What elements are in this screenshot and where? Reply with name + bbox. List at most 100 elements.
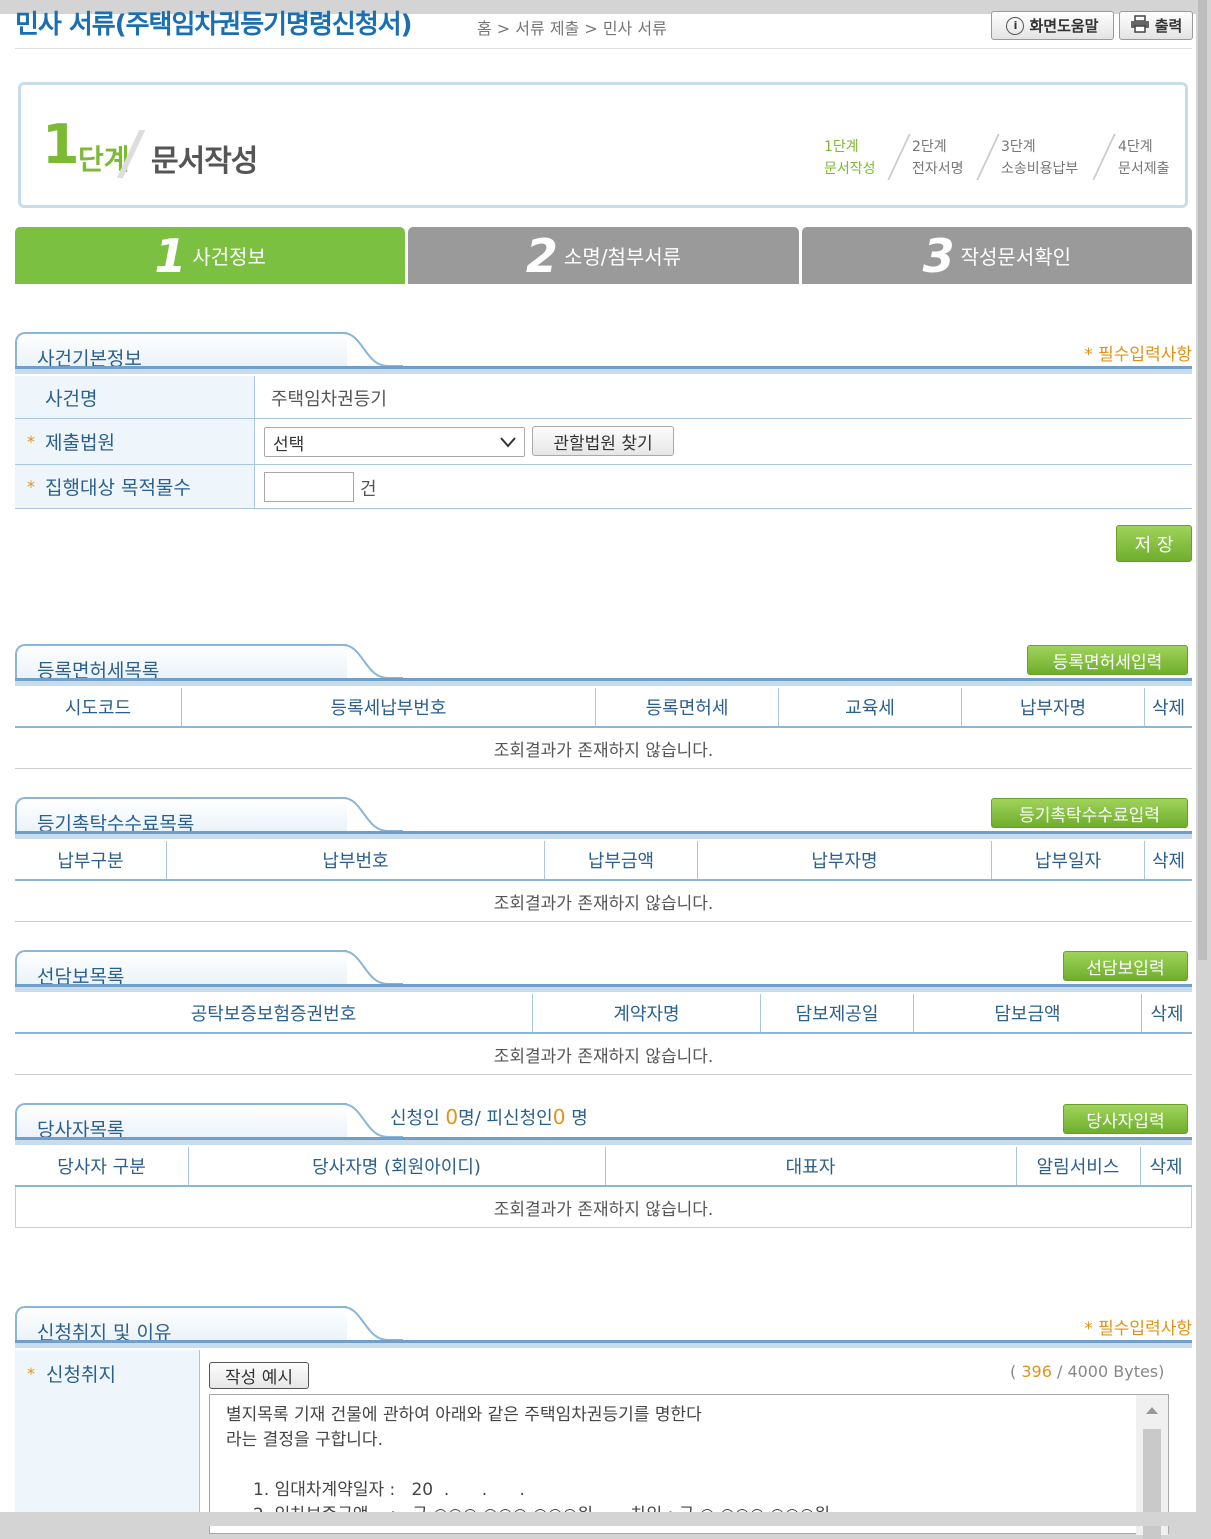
page: 민사 서류(주택임차권등기명령신청서) 홈 > 서류 제출 > 민사 서류 i … (0, 0, 1196, 1539)
tab-document-review[interactable]: 3 작성문서확인 (801, 227, 1192, 284)
save-button[interactable]: 저 장 (1116, 525, 1192, 562)
add-party-button[interactable]: 당사자입력 (1063, 1104, 1188, 1134)
section-purpose: 신청취지 및 이유 * 필수입력사항 (15, 1306, 1192, 1350)
vertical-scroll-thumb[interactable] (1198, 0, 1207, 960)
tab-document-review-label: 작성문서확인 (960, 245, 1072, 269)
section-underline (15, 678, 1192, 686)
chevron-down-icon (500, 437, 516, 448)
section-underline (15, 831, 1192, 839)
required-star: * (27, 1364, 35, 1383)
section-basic-info: 사건기본정보 * 필수입력사항 (15, 332, 1192, 376)
stage-3: 3단계 소송비용납부 (1001, 136, 1078, 180)
section-collateral: 선담보목록 (15, 950, 1192, 994)
tab-document-review-num: 3 (922, 228, 955, 283)
case-name-row: 사건명 주택임차권등기 (15, 376, 1192, 419)
stage-4: 4단계 문서제출 (1118, 136, 1170, 180)
empty-message: 조회결과가 존재하지 않습니다. (15, 880, 1192, 922)
purpose-label-cell: * 신청취지 (15, 1350, 200, 1526)
respondent-count: 0 (552, 1105, 566, 1129)
required-note: * 필수입력사항 (1084, 345, 1192, 365)
stage-4-name: 문서제출 (1118, 161, 1170, 177)
stage-3-num: 3단계 (1001, 139, 1036, 155)
add-registration-tax-button[interactable]: 등록면허세입력 (1027, 645, 1188, 675)
info-icon: i (1006, 16, 1025, 35)
collateral-table: 공탁보증보험증권번호 계약자명 담보제공일 담보금액 삭제 조회결과가 존재하지… (15, 994, 1192, 1075)
column-header: 당사자명 (회원아이디) (187, 1147, 605, 1187)
byte-counter: ( 396 / 4000 Bytes) (1010, 1362, 1164, 1381)
add-commission-fee-button[interactable]: 등기촉탁수수료입력 (991, 798, 1188, 828)
column-header: 담보제공일 (760, 994, 914, 1034)
section-underline (15, 366, 1192, 374)
stage-2-num: 2단계 (912, 139, 947, 155)
example-button[interactable]: 작성 예시 (209, 1362, 309, 1389)
stage-1-name: 문서작성 (824, 161, 876, 177)
purpose-text: 별지목록 기재 건물에 관하여 아래와 같은 주택임차권등기를 명한다 라는 결… (226, 1405, 830, 1525)
case-name-value: 주택임차권등기 (271, 389, 387, 410)
step-title: 문서작성 (151, 144, 258, 179)
count-unit: 명 (565, 1108, 588, 1129)
target-count-input[interactable] (264, 472, 354, 502)
stage-3-name: 소송비용납부 (1001, 161, 1079, 177)
column-header: 납부자명 (961, 688, 1145, 728)
tab-attachments[interactable]: 2 소명/첨부서류 (408, 227, 799, 284)
stage-4-num: 4단계 (1118, 139, 1153, 155)
column-header: 등록면허세 (595, 688, 779, 728)
breadcrumb: 홈 > 서류 제출 > 민사 서류 (477, 19, 667, 38)
section-underline (15, 984, 1192, 992)
help-button[interactable]: i 화면도움말 (991, 11, 1114, 40)
applicant-count: 0 (445, 1105, 459, 1129)
step-tabs: 1 사건정보 2 소명/첨부서류 3 작성문서확인 (15, 227, 1192, 284)
party-count-summary: 신청인 0명/ 피신청인0 명 (390, 1104, 588, 1130)
stage-2: 2단계 전자서명 (912, 136, 964, 180)
column-header: 계약자명 (532, 994, 761, 1034)
court-label: 제출법원 (45, 432, 115, 454)
column-header: 납부구분 (15, 841, 167, 881)
find-court-button[interactable]: 관할법원 찾기 (532, 426, 674, 456)
court-select-value: 선택 (273, 434, 305, 455)
commission-fee-table: 납부구분 납부번호 납부금액 납부자명 납부일자 삭제 조회결과가 존재하지 않… (15, 841, 1192, 922)
empty-message: 조회결과가 존재하지 않습니다. (15, 1185, 1192, 1228)
horizontal-scrollbar[interactable] (0, 1512, 1196, 1526)
tab-case-info-label: 사건정보 (192, 245, 266, 269)
tab-case-info[interactable]: 1 사건정보 (15, 227, 406, 284)
print-button[interactable]: 출력 (1119, 11, 1193, 40)
empty-message: 조회결과가 존재하지 않습니다. (15, 727, 1192, 769)
tab-attachments-num: 2 (525, 228, 558, 283)
print-button-label: 출력 (1154, 17, 1183, 35)
stage-1: 1단계 문서작성 (824, 136, 876, 180)
tab-attachments-label: 소명/첨부서류 (563, 245, 682, 269)
column-header: 납부자명 (697, 841, 992, 881)
column-header: 삭제 (1141, 994, 1192, 1034)
section-underline (15, 1137, 1192, 1145)
column-header: 담보금액 (913, 994, 1142, 1034)
column-header: 공탁보증보험증권번호 (15, 994, 533, 1034)
required-note: * 필수입력사항 (1084, 1319, 1192, 1339)
add-collateral-button[interactable]: 선담보입력 (1063, 951, 1188, 981)
column-header: 납부일자 (991, 841, 1145, 881)
column-header: 납부번호 (166, 841, 545, 881)
empty-message: 조회결과가 존재하지 않습니다. (15, 1033, 1192, 1075)
column-header: 등록세납부번호 (181, 688, 596, 728)
section-underline (15, 1340, 1192, 1348)
help-button-label: 화면도움말 (1029, 17, 1099, 35)
required-star: * (27, 432, 35, 451)
parties-table: 당사자 구분 당사자명 (회원아이디) 대표자 알림서비스 삭제 조회결과가 존… (15, 1147, 1192, 1228)
court-select[interactable]: 선택 (264, 427, 525, 457)
column-header: 알림서비스 (1015, 1147, 1140, 1187)
column-header: 삭제 (1139, 1147, 1192, 1187)
column-header: 삭제 (1144, 688, 1192, 728)
scroll-up-icon[interactable] (1145, 1405, 1159, 1415)
court-label-cell: * 제출법원 (15, 419, 255, 464)
column-header: 삭제 (1144, 841, 1192, 881)
respondent-label: 명/ 피신청인 (458, 1108, 553, 1129)
case-name-label: 사건명 (15, 376, 255, 418)
printer-icon (1130, 14, 1150, 37)
stage-1-num: 1단계 (824, 139, 859, 155)
target-count-unit: 건 (360, 479, 377, 500)
vertical-scrollbar[interactable] (1196, 0, 1211, 1526)
page-title: 민사 서류(주택임차권등기명령신청서) (15, 10, 413, 40)
purpose-label: 신청취지 (46, 1364, 116, 1386)
section-registration-tax: 등록면허세목록 (15, 644, 1192, 688)
column-header: 대표자 (604, 1147, 1016, 1187)
header-divider (15, 48, 1192, 49)
